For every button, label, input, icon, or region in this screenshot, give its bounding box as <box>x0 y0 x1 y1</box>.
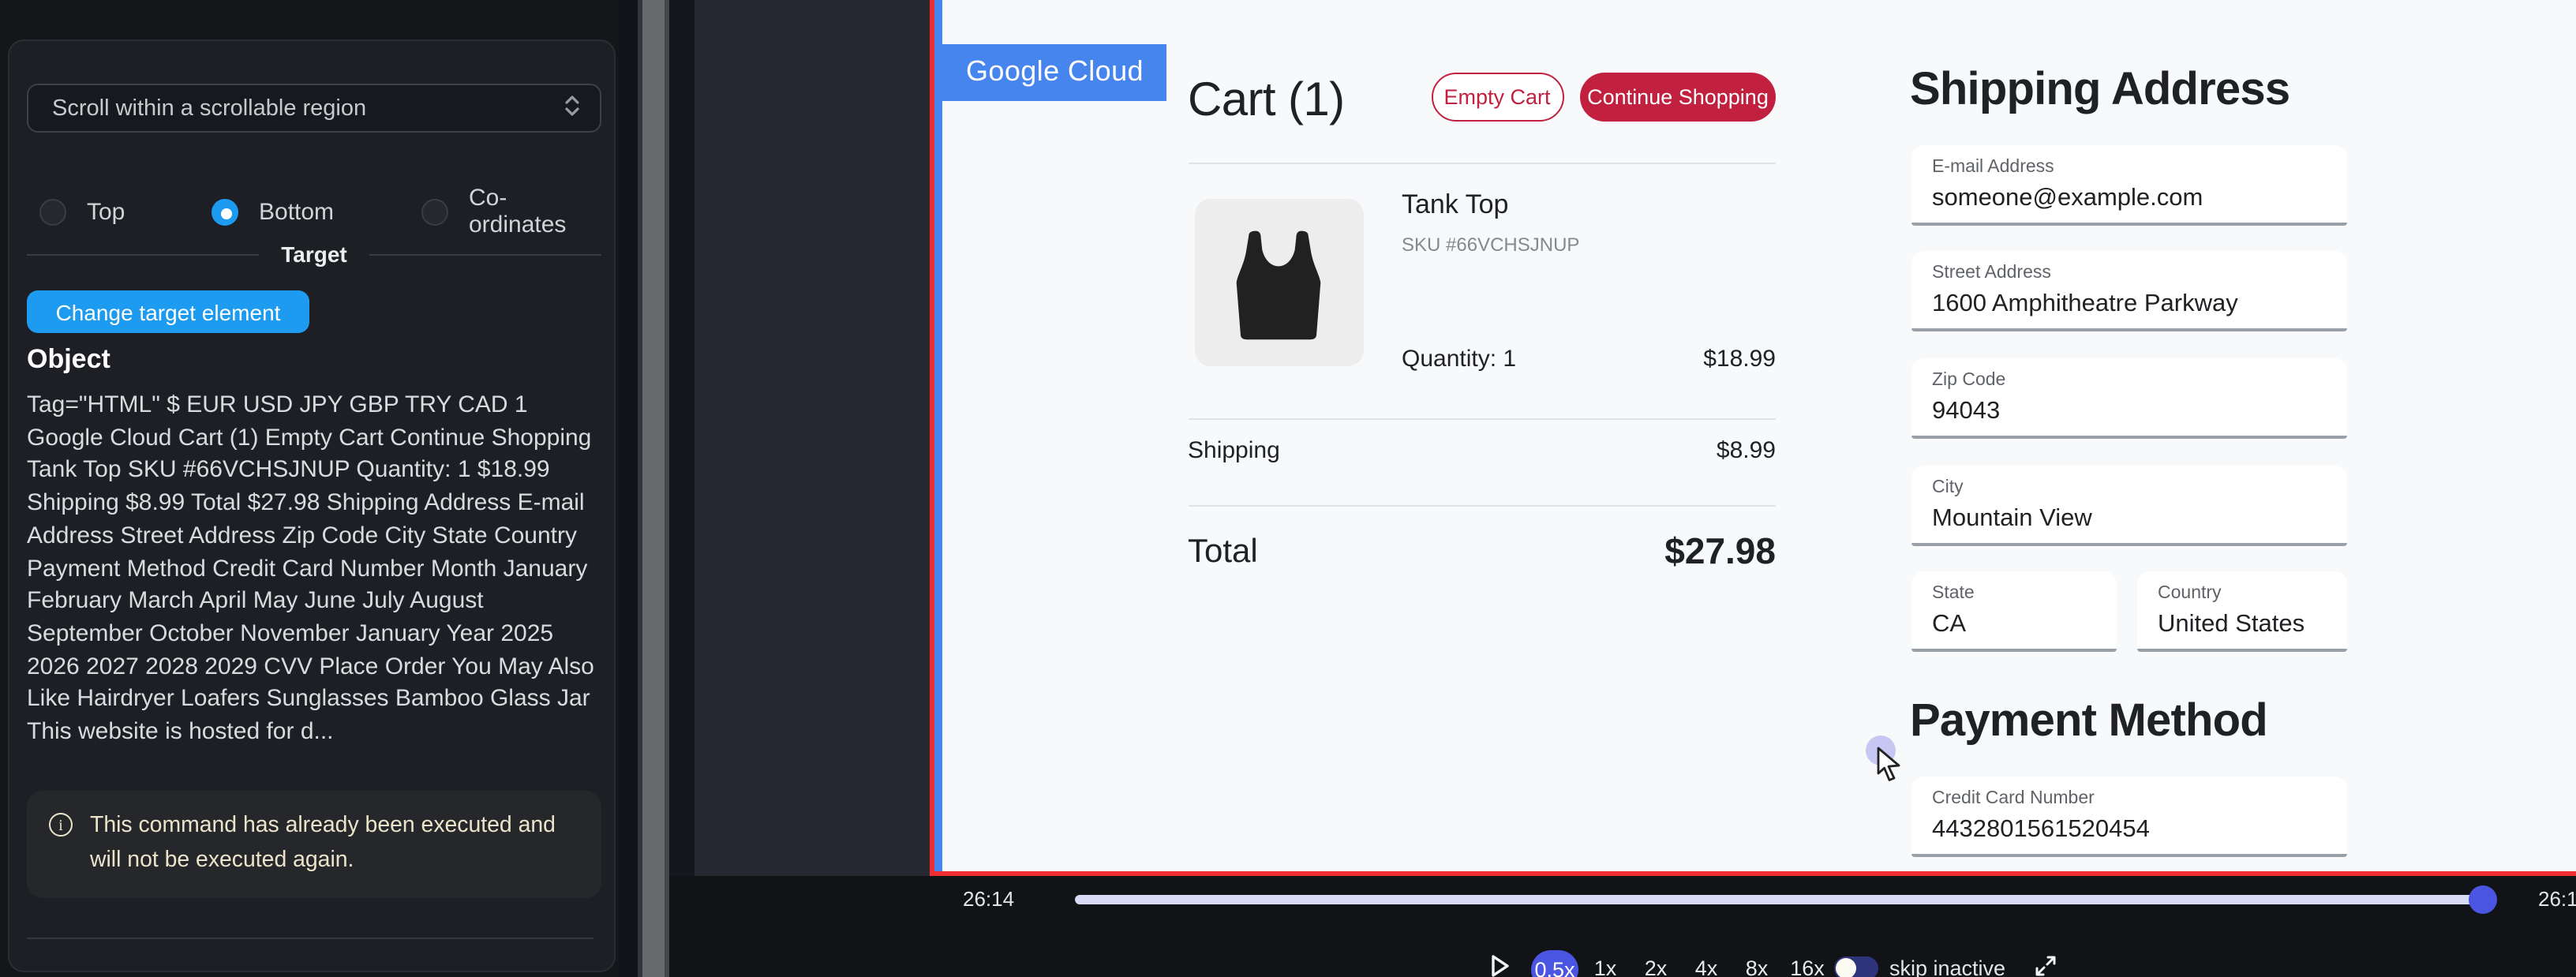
object-heading: Object <box>27 344 110 376</box>
radio-option-top[interactable]: Top <box>39 198 125 225</box>
item-sku: SKU #66VCHSJNUP <box>1402 234 1579 256</box>
speed-option-4x[interactable]: 4x <box>1692 956 1720 977</box>
credit-card-number-value: 4432801561520454 <box>1932 816 2150 844</box>
command-type-value: Scroll within a scrollable region <box>52 95 366 121</box>
radio-option-bottom[interactable]: Bottom <box>212 198 334 225</box>
cart-divider <box>1188 504 1776 506</box>
play-button[interactable] <box>1488 953 1512 977</box>
panel-gap <box>669 0 695 977</box>
cursor-click-halo <box>1866 736 1896 766</box>
replayed-webpage: Google Cloud Cart (1) Empty Cart Continu… <box>942 0 2576 870</box>
radio-option-coordinates[interactable]: Co-ordinates <box>421 185 601 238</box>
item-name: Tank Top <box>1402 189 1508 221</box>
change-target-button[interactable]: Change target element <box>27 290 309 333</box>
play-icon <box>1488 953 1512 977</box>
element-highlight-bar <box>934 0 942 870</box>
panel-gap <box>619 0 638 977</box>
radio-coordinates-label: Co-ordinates <box>469 185 601 238</box>
country-value: United States <box>2158 611 2305 639</box>
street-address-label: Street Address <box>1932 264 2051 283</box>
fullscreen-button[interactable] <box>2033 953 2058 977</box>
select-chevrons-icon <box>564 92 581 124</box>
toggle-knob <box>1836 957 1856 977</box>
street-address-value: 1600 Amphitheatre Parkway <box>1932 290 2238 319</box>
radio-top-label: Top <box>87 198 125 225</box>
google-cloud-badge[interactable]: Google Cloud <box>942 44 1167 100</box>
item-quantity: Quantity: 1 <box>1402 346 1516 372</box>
expand-icon <box>2033 953 2058 977</box>
skip-inactive-label[interactable]: skip inactive <box>1889 956 2005 977</box>
shipping-row-price: $8.99 <box>1618 437 1776 464</box>
radio-bottom-label: Bottom <box>259 198 334 225</box>
state-label: State <box>1932 584 1975 603</box>
cursor-arrow-icon <box>1875 747 1907 781</box>
cart-divider <box>1188 163 1776 164</box>
email-address-value: someone@example.com <box>1932 184 2203 212</box>
timeline-thumb[interactable] <box>2469 885 2497 914</box>
panel-resize-handle[interactable] <box>642 0 665 977</box>
total-row-price: $27.98 <box>1571 530 1776 573</box>
divider-line <box>369 253 601 255</box>
total-row-label: Total <box>1188 533 1258 571</box>
city-label: City <box>1932 477 1964 496</box>
end-time: 26:1 <box>2538 887 2576 911</box>
tank-top-product-image <box>1194 199 1363 366</box>
object-description-text: Tag="HTML" $ EUR USD JPY GBP TRY CAD 1 G… <box>27 390 601 749</box>
execution-notice-text: This command has already been executed a… <box>90 810 579 879</box>
item-price: $18.99 <box>1618 346 1776 372</box>
city-field[interactable]: City Mountain View <box>1911 465 2347 545</box>
replay-viewer: Scroll within a scrollable region Top Bo… <box>0 0 2576 977</box>
step-editor-sidebar: Scroll within a scrollable region Top Bo… <box>0 0 619 977</box>
empty-cart-button[interactable]: Empty Cart <box>1431 73 1563 122</box>
radio-bottom-icon <box>212 198 238 225</box>
step-editor-card: Scroll within a scrollable region Top Bo… <box>8 39 616 972</box>
change-target-button-label: Change target element <box>56 299 281 324</box>
radio-top-icon <box>39 198 66 225</box>
email-address-label: E-mail Address <box>1932 157 2054 176</box>
street-address-field[interactable]: Street Address 1600 Amphitheatre Parkway <box>1911 251 2347 331</box>
zip-code-value: 94043 <box>1932 398 2000 426</box>
speed-option-16x[interactable]: 16x <box>1787 956 1828 977</box>
cart-title: Cart (1) <box>1188 74 1345 128</box>
command-type-select[interactable]: Scroll within a scrollable region <box>27 84 601 133</box>
speed-option-0-5x[interactable]: 0.5x <box>1531 950 1578 977</box>
radio-coordinates-icon <box>421 198 448 225</box>
country-field[interactable]: Country United States <box>2137 571 2347 652</box>
credit-card-number-label: Credit Card Number <box>1932 789 2095 808</box>
zip-code-field[interactable]: Zip Code 94043 <box>1911 358 2347 439</box>
speed-option-8x[interactable]: 8x <box>1743 956 1771 977</box>
shipping-row-label: Shipping <box>1188 437 1280 464</box>
zip-code-label: Zip Code <box>1932 371 2005 390</box>
email-address-field[interactable]: E-mail Address someone@example.com <box>1911 144 2347 225</box>
sidebar-bottom-divider <box>27 938 593 939</box>
state-field[interactable]: State CA <box>1911 571 2117 652</box>
shipping-address-heading: Shipping Address <box>1910 65 2290 117</box>
country-label: Country <box>2158 584 2222 603</box>
state-value: CA <box>1932 611 1966 639</box>
credit-card-number-field[interactable]: Credit Card Number 4432801561520454 <box>1911 777 2347 857</box>
info-circle-icon: i <box>49 813 73 837</box>
continue-shopping-button[interactable]: Continue Shopping <box>1580 73 1776 122</box>
replay-player-bar: 26:14 26:1 0.5x 1x 2x 4x 8x 16x skip ina… <box>669 876 2576 977</box>
replay-stage-background <box>695 0 929 876</box>
cart-divider <box>1188 417 1776 419</box>
city-value: Mountain View <box>1932 504 2092 533</box>
empty-cart-label: Empty Cart <box>1443 85 1550 109</box>
target-section-divider: Target <box>27 240 601 268</box>
timeline-track[interactable] <box>1075 894 2480 904</box>
divider-line <box>27 253 259 255</box>
continue-shopping-label: Continue Shopping <box>1587 85 1769 109</box>
payment-method-heading: Payment Method <box>1910 696 2267 748</box>
speed-option-2x[interactable]: 2x <box>1642 956 1670 977</box>
execution-notice: i This command has already been executed… <box>27 791 601 898</box>
speed-option-1x[interactable]: 1x <box>1591 956 1619 977</box>
viewport-highlight-bottom-border <box>929 870 2576 876</box>
target-section-label: Target <box>281 241 347 267</box>
current-time: 26:14 <box>963 887 1014 911</box>
skip-inactive-toggle[interactable] <box>1834 956 1878 977</box>
tank-top-illustration <box>1211 215 1346 350</box>
scroll-position-options: Top Bottom Co-ordinates <box>27 193 601 230</box>
